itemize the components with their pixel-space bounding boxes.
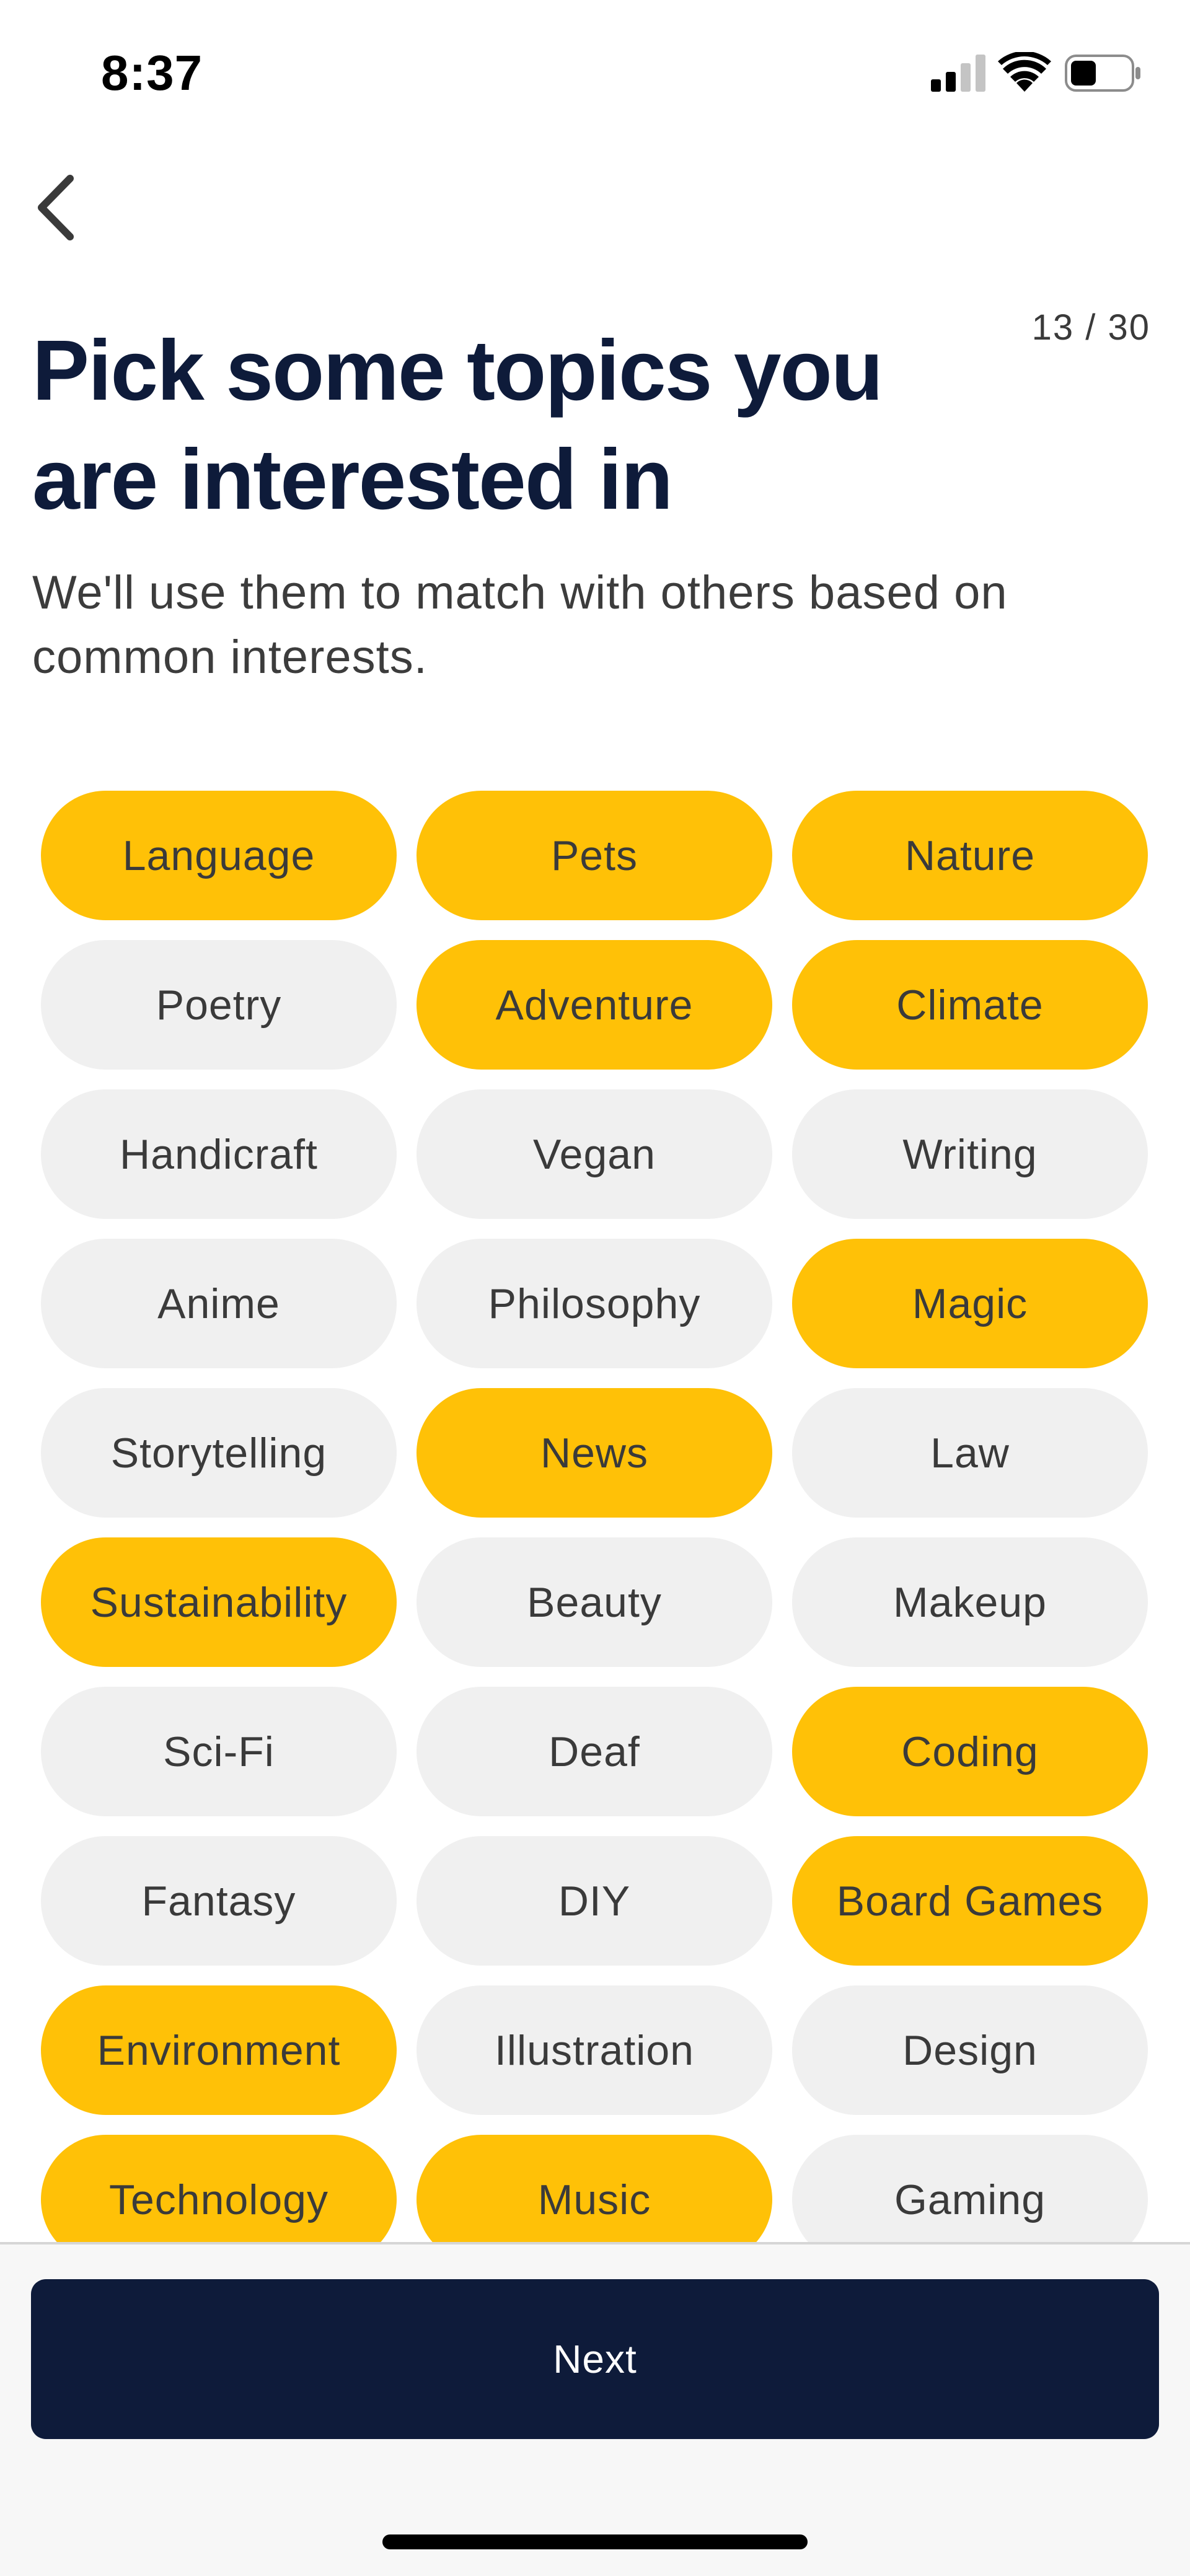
page-subtitle: We'll use them to match with others base… [32,566,1008,684]
topic-chip-sci-fi[interactable]: Sci-Fi [41,1687,397,1816]
page-title: Pick some topics you are interested in [32,323,883,527]
topic-chip-storytelling[interactable]: Storytelling [41,1388,397,1518]
home-indicator [382,2534,808,2549]
topic-chip-makeup[interactable]: Makeup [792,1537,1148,1667]
topic-chip-poetry[interactable]: Poetry [41,940,397,1070]
status-time: 8:37 [101,45,203,100]
topic-chip-board-games[interactable]: Board Games [792,1836,1148,1966]
topic-chip-pets[interactable]: Pets [416,791,772,920]
status-bar: 8:37 [0,0,1190,143]
battery-icon [1065,55,1140,92]
topic-chip-coding[interactable]: Coding [792,1687,1148,1816]
topic-chip-philosophy[interactable]: Philosophy [416,1239,772,1368]
cellular-signal-icon [931,55,985,92]
next-button[interactable]: Next [31,2279,1159,2439]
topic-chip-climate[interactable]: Climate [792,940,1148,1070]
topic-chip-diy[interactable]: DIY [416,1836,772,1966]
topic-chip-adventure[interactable]: Adventure [416,940,772,1070]
topic-chip-beauty[interactable]: Beauty [416,1537,772,1667]
topic-chip-writing[interactable]: Writing [792,1089,1148,1219]
topic-chip-language[interactable]: Language [41,791,397,920]
topic-chip-sustainability[interactable]: Sustainability [41,1537,397,1667]
interests-screen: 8:37 13 / 30 Pick some topics you are in… [0,0,1190,2576]
topic-chip-nature[interactable]: Nature [792,791,1148,920]
topic-chip-illustration[interactable]: Illustration [416,1985,772,2115]
topic-chip-vegan[interactable]: Vegan [416,1089,772,1219]
back-button[interactable] [19,167,93,248]
topic-chip-deaf[interactable]: Deaf [416,1687,772,1816]
bottom-bar: Next [0,2242,1190,2576]
topic-chip-handicraft[interactable]: Handicraft [41,1089,397,1219]
topic-chip-law[interactable]: Law [792,1388,1148,1518]
topic-chip-magic[interactable]: Magic [792,1239,1148,1368]
wifi-icon [998,52,1051,92]
topic-chip-news[interactable]: News [416,1388,772,1518]
chevron-left-icon [38,175,74,240]
topic-chip-design[interactable]: Design [792,1985,1148,2115]
topic-chip-environment[interactable]: Environment [41,1985,397,2115]
topics-grid: Language Pets Nature Poetry Adventure Climate… [41,791,1148,2264]
progress-counter: 13 / 30 [1031,307,1150,348]
topic-chip-anime[interactable]: Anime [41,1239,397,1368]
topic-chip-fantasy[interactable]: Fantasy [41,1836,397,1966]
